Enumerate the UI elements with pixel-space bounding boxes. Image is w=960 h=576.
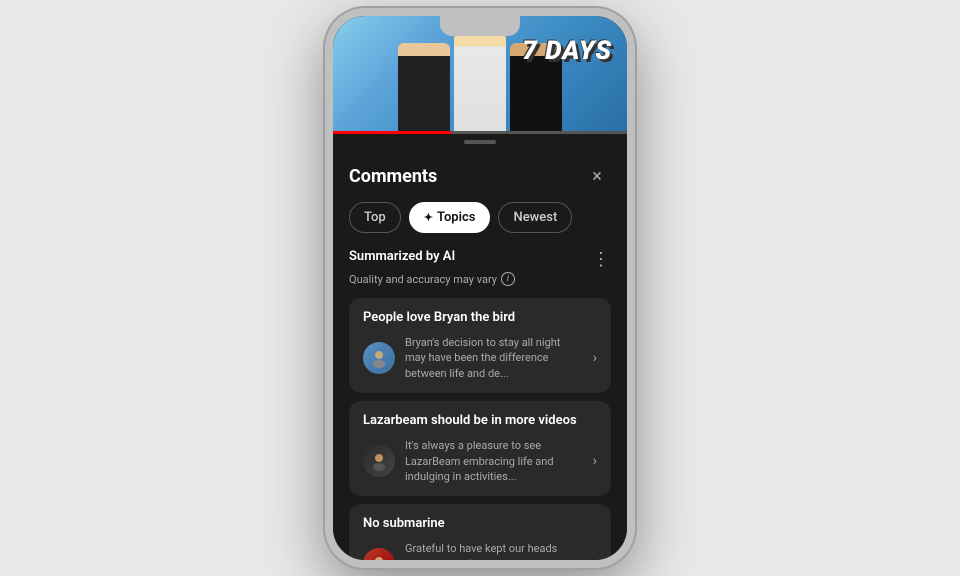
topic-card-1-content: Bryan's decision to stay all night may h…: [363, 335, 597, 381]
scroll-indicator: [333, 134, 627, 148]
topic-card-2[interactable]: Lazarbeam should be in more videos It's …: [349, 401, 611, 496]
more-options-button[interactable]: ⋮: [592, 249, 611, 270]
topic-card-3-title: No submarine: [363, 516, 597, 531]
topic-card-2-content: It's always a pleasure to see LazarBeam …: [363, 438, 597, 484]
tab-top[interactable]: Top: [349, 202, 401, 233]
ai-accuracy-note: Quality and accuracy may vary i: [349, 272, 611, 286]
topic-card-1-title: People love Bryan the bird: [363, 310, 597, 325]
comments-panel: Comments × Top ✦Topics Newest: [333, 148, 627, 560]
close-button[interactable]: ×: [583, 162, 611, 190]
ai-summary-header: Summarized by AI ⋮: [349, 249, 611, 270]
topic-avatar-3: [363, 548, 395, 560]
topic-avatar-2: [363, 445, 395, 477]
topic-card-3-excerpt: Grateful to have kept our heads above wa…: [405, 541, 583, 560]
chevron-right-icon-3: ›: [593, 556, 597, 560]
chevron-right-icon-2: ›: [593, 453, 597, 469]
tab-topics[interactable]: ✦Topics: [409, 202, 491, 233]
phone-notch: [440, 16, 520, 36]
topic-avatar-1: [363, 342, 395, 374]
filter-tabs: Top ✦Topics Newest: [349, 202, 611, 233]
phone-screen: 7 DAYS Comments ×: [333, 16, 627, 560]
comments-header: Comments ×: [349, 148, 611, 202]
chevron-right-icon-1: ›: [593, 350, 597, 366]
scroll-handle: [464, 140, 496, 144]
topic-card-2-title: Lazarbeam should be in more videos: [363, 413, 597, 428]
comments-title: Comments: [349, 166, 437, 187]
video-title-overlay: 7 DAYS: [522, 36, 612, 66]
topic-card-1-excerpt: Bryan's decision to stay all night may h…: [405, 335, 583, 381]
topic-card-1[interactable]: People love Bryan the bird Bryan's decis…: [349, 298, 611, 393]
topic-card-3-content: Grateful to have kept our heads above wa…: [363, 541, 597, 560]
tab-newest[interactable]: Newest: [498, 202, 572, 233]
ai-summary-title: Summarized by AI: [349, 249, 455, 264]
topic-card-2-excerpt: It's always a pleasure to see LazarBeam …: [405, 438, 583, 484]
info-icon[interactable]: i: [501, 272, 515, 286]
topic-card-3[interactable]: No submarine Grateful to have kept our h…: [349, 504, 611, 560]
star-icon: ✦: [424, 211, 433, 224]
phone-device: 7 DAYS Comments ×: [325, 8, 635, 568]
phone-frame: 7 DAYS Comments ×: [325, 8, 635, 568]
